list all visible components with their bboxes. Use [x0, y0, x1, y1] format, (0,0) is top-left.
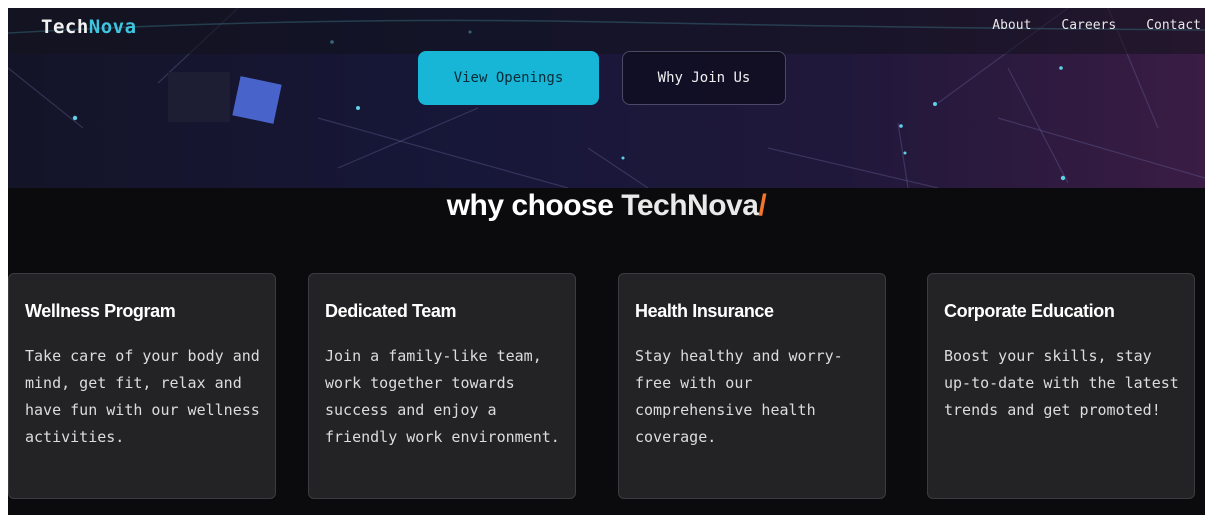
section-title-slash: /: [758, 189, 767, 222]
card-title: Corporate Education: [944, 301, 1115, 321]
nav-link-about[interactable]: About: [992, 18, 1031, 33]
card-title: Wellness Program: [25, 301, 176, 321]
benefit-card-health-insurance: Health Insurance Stay healthy and worry-…: [618, 273, 886, 499]
view-openings-button[interactable]: View Openings: [418, 51, 599, 105]
hero-section: TechNova About Careers Contact View Open…: [8, 8, 1205, 188]
card-title: Health Insurance: [635, 301, 774, 321]
top-navigation-bar: TechNova About Careers Contact: [8, 8, 1205, 54]
section-title-prefix: why choose: [446, 189, 622, 222]
card-text: Stay healthy and worry-free with our com…: [635, 347, 843, 446]
benefit-card-dedicated-team: Dedicated Team Join a family-like team, …: [308, 273, 576, 499]
page-frame: TechNova About Careers Contact View Open…: [8, 8, 1205, 515]
nav-links: About Careers Contact: [992, 18, 1201, 33]
why-join-us-button[interactable]: Why Join Us: [622, 51, 786, 105]
nav-link-careers[interactable]: Careers: [1061, 18, 1116, 33]
section-title-brand: TechNova: [621, 189, 759, 222]
card-text: Boost your skills, stay up-to-date with …: [944, 347, 1179, 419]
card-text: Join a family-like team, work together t…: [325, 347, 560, 446]
brand-logo[interactable]: TechNova: [41, 16, 137, 38]
card-text: Take care of your body and mind, get fit…: [25, 347, 260, 446]
section-title: why choose TechNova/: [8, 189, 1205, 223]
logo-text-part1: Tech: [41, 16, 89, 38]
nav-link-contact[interactable]: Contact: [1146, 18, 1201, 33]
benefit-card-wellness: Wellness Program Take care of your body …: [8, 273, 276, 499]
benefit-card-corporate-education: Corporate Education Boost your skills, s…: [927, 273, 1195, 499]
card-title: Dedicated Team: [325, 301, 457, 321]
logo-text-part2: Nova: [88, 16, 137, 38]
